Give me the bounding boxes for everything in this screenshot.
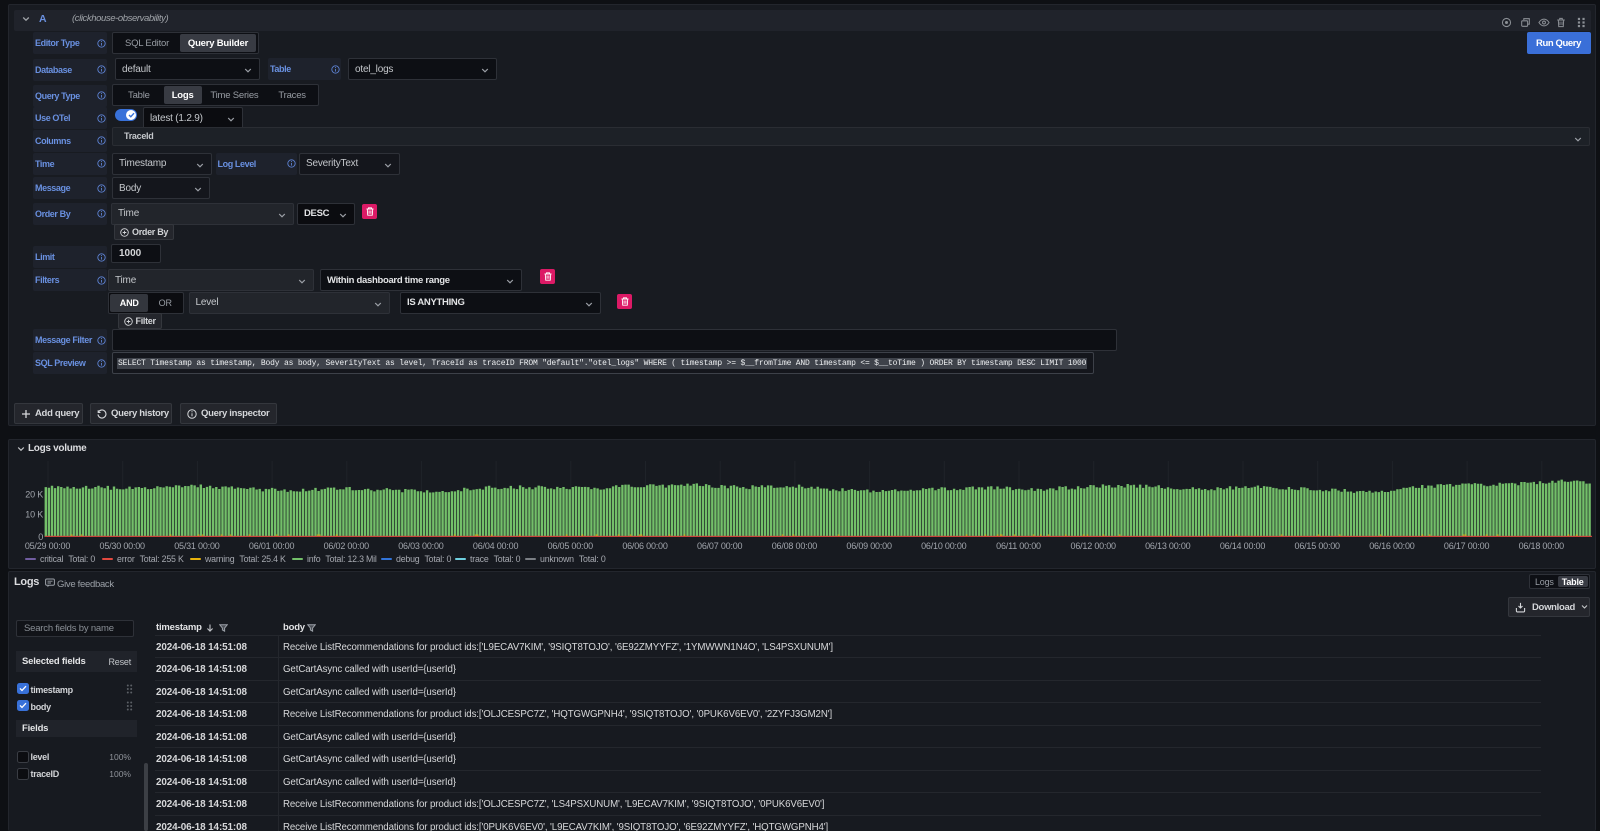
svg-text:06/15 00:00: 06/15 00:00 [1295, 541, 1341, 551]
svg-text:05/30 00:00: 05/30 00:00 [100, 541, 146, 551]
svg-text:10 K: 10 K [25, 510, 43, 520]
svg-text:06/06 00:00: 06/06 00:00 [622, 541, 668, 551]
svg-text:06/04 00:00: 06/04 00:00 [473, 541, 519, 551]
svg-text:0: 0 [38, 532, 43, 542]
svg-text:06/17 00:00: 06/17 00:00 [1444, 541, 1490, 551]
svg-text:06/12 00:00: 06/12 00:00 [1071, 541, 1117, 551]
svg-text:06/16 00:00: 06/16 00:00 [1369, 541, 1415, 551]
svg-text:06/18 00:00: 06/18 00:00 [1519, 541, 1565, 551]
svg-text:06/01 00:00: 06/01 00:00 [249, 541, 295, 551]
svg-text:06/09 00:00: 06/09 00:00 [846, 541, 892, 551]
svg-text:05/31 00:00: 05/31 00:00 [174, 541, 220, 551]
svg-text:06/10 00:00: 06/10 00:00 [921, 541, 967, 551]
svg-text:06/02 00:00: 06/02 00:00 [324, 541, 370, 551]
svg-text:20 K: 20 K [25, 490, 43, 500]
svg-text:06/03 00:00: 06/03 00:00 [398, 541, 444, 551]
svg-text:05/29 00:00: 05/29 00:00 [25, 541, 71, 551]
svg-text:06/08 00:00: 06/08 00:00 [772, 541, 818, 551]
svg-text:06/13 00:00: 06/13 00:00 [1145, 541, 1191, 551]
svg-text:06/05 00:00: 06/05 00:00 [548, 541, 594, 551]
svg-text:06/11 00:00: 06/11 00:00 [996, 541, 1041, 551]
svg-text:06/07 00:00: 06/07 00:00 [697, 541, 743, 551]
svg-text:06/14 00:00: 06/14 00:00 [1220, 541, 1266, 551]
